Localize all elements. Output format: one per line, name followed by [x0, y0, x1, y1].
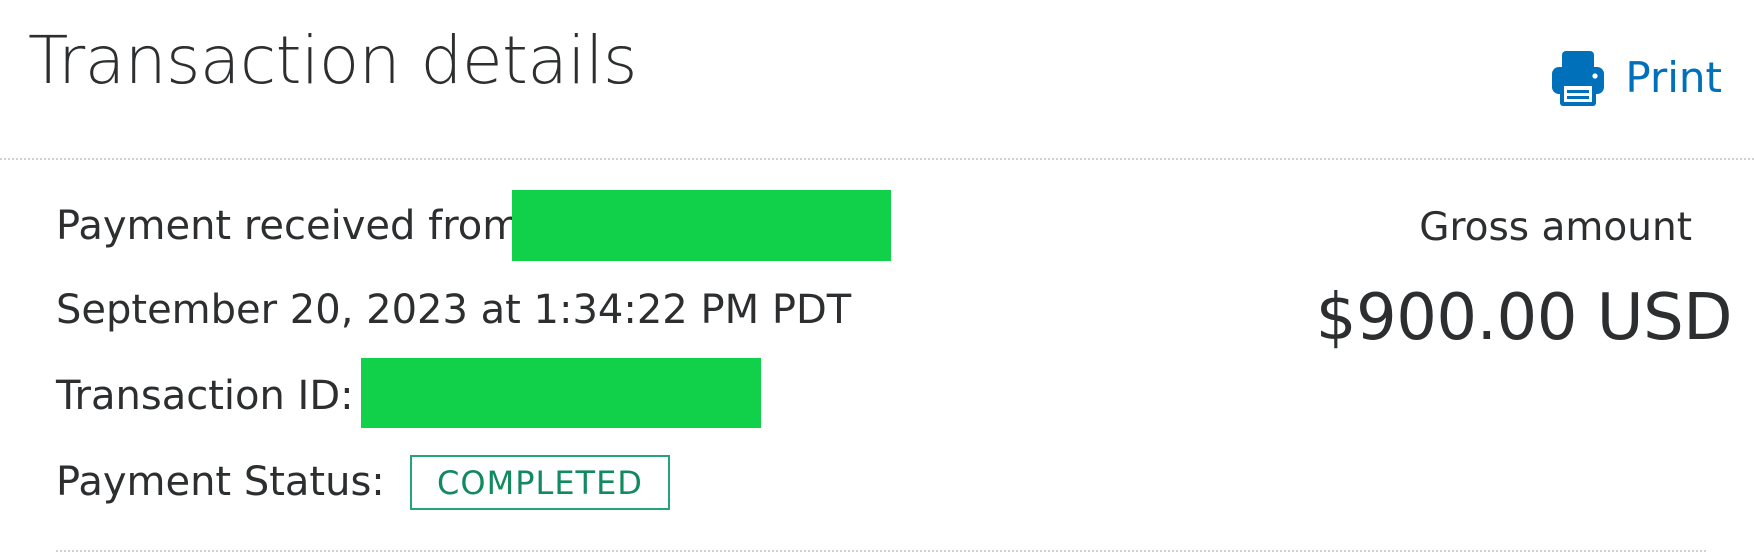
gross-amount-label: Gross amount: [1419, 205, 1692, 250]
transaction-datetime: September 20, 2023 at 1:34:22 PM PDT: [56, 287, 852, 333]
transaction-id-label: Transaction ID:: [56, 373, 354, 419]
payment-status-label: Payment Status:: [56, 459, 385, 505]
redacted-payer-name: [512, 190, 891, 261]
printer-icon: [1549, 48, 1607, 108]
page-title: Transaction details: [28, 22, 637, 99]
print-button[interactable]: Print: [1549, 48, 1722, 108]
print-label: Print: [1625, 53, 1722, 102]
status-badge: COMPLETED: [410, 455, 670, 510]
bottom-divider: [56, 550, 1706, 552]
redacted-transaction-id: [361, 358, 761, 428]
payment-from-label: Payment received from: [56, 203, 522, 249]
gross-amount-value: $900.00 USD: [1315, 281, 1733, 355]
header-divider: [0, 158, 1754, 160]
